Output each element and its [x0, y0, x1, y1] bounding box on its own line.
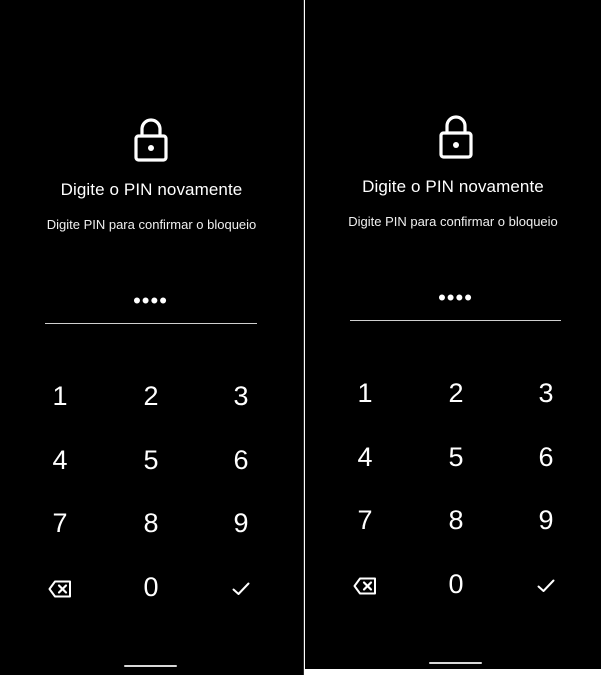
pin-input-underline: [350, 320, 561, 321]
key-4[interactable]: 4: [30, 438, 90, 482]
key-6[interactable]: 6: [211, 438, 271, 482]
key-4[interactable]: 4: [335, 435, 395, 479]
key-5[interactable]: 5: [426, 435, 486, 479]
key-9[interactable]: 9: [516, 498, 576, 542]
confirm-button[interactable]: [211, 565, 271, 609]
pin-input-underline: [45, 323, 257, 324]
key-3[interactable]: 3: [516, 371, 576, 415]
page-title: Digite o PIN novamente: [362, 177, 544, 196]
key-1[interactable]: 1: [30, 374, 90, 418]
backspace-button[interactable]: [30, 565, 90, 609]
key-7[interactable]: 7: [30, 501, 90, 545]
home-indicator[interactable]: [429, 662, 482, 664]
key-2[interactable]: 2: [426, 371, 486, 415]
checkmark-icon: [232, 582, 250, 595]
confirm-button[interactable]: [516, 562, 576, 606]
backspace-icon: [353, 577, 376, 595]
key-5[interactable]: 5: [121, 438, 181, 482]
page-title: Digite o PIN novamente: [60, 180, 243, 199]
pin-input[interactable]: ••••: [45, 290, 256, 312]
key-7[interactable]: 7: [335, 498, 395, 542]
key-3[interactable]: 3: [211, 374, 271, 418]
lock-icon: [134, 118, 168, 162]
lock-icon: [439, 115, 473, 159]
pin-input[interactable]: ••••: [350, 287, 561, 309]
key-0[interactable]: 0: [426, 562, 486, 606]
key-8[interactable]: 8: [121, 501, 181, 545]
pin-screen-left: Digite o PIN novamente Digite PIN para c…: [0, 0, 304, 675]
page-subtitle: Digite PIN para confirmar o bloqueio: [348, 214, 558, 229]
backspace-button[interactable]: [335, 562, 395, 606]
checkmark-icon: [537, 579, 555, 592]
key-0[interactable]: 0: [121, 565, 181, 609]
pin-screen-right: Digite o PIN novamente Digite PIN para c…: [305, 0, 601, 669]
home-indicator[interactable]: [124, 665, 177, 667]
key-6[interactable]: 6: [516, 435, 576, 479]
key-1[interactable]: 1: [335, 371, 395, 415]
key-2[interactable]: 2: [121, 374, 181, 418]
page-subtitle: Digite PIN para confirmar o bloqueio: [46, 217, 257, 232]
key-9[interactable]: 9: [211, 501, 271, 545]
backspace-icon: [48, 580, 71, 598]
key-8[interactable]: 8: [426, 498, 486, 542]
